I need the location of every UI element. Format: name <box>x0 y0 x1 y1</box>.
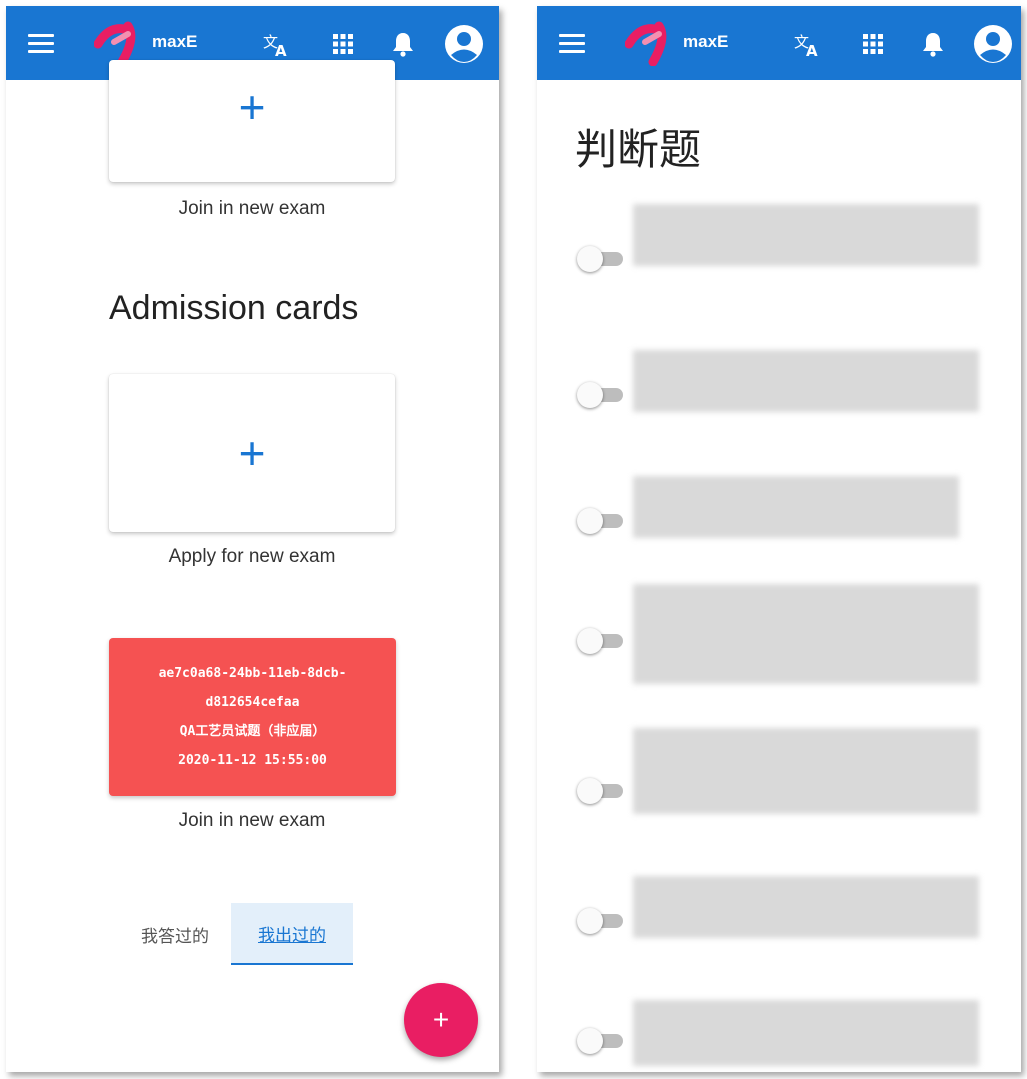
bell-icon[interactable] <box>917 28 949 60</box>
answer-toggle[interactable] <box>575 380 625 410</box>
translate-icon[interactable]: 文A <box>260 28 292 60</box>
tab-answered[interactable]: 我答过的 <box>114 903 236 965</box>
account-icon[interactable] <box>973 24 1013 64</box>
join-exam-caption: Join in new exam <box>178 198 326 219</box>
admission-card[interactable]: ae7c0a68-24bb-11eb-8dcb- d812654cefaa QA… <box>109 638 396 796</box>
redacted-question-text <box>633 1000 979 1066</box>
answer-toggle[interactable] <box>575 626 625 656</box>
exam-name: QA工艺员试题（非应届） <box>179 724 326 739</box>
true-false-panel: maxE 文A 判断题 <box>537 6 1021 1072</box>
answer-toggle[interactable] <box>575 244 625 274</box>
join-exam-caption-2: Join in new exam <box>178 810 326 831</box>
account-icon[interactable] <box>444 24 484 64</box>
app-bar: maxE 文A <box>537 6 1021 80</box>
redacted-question-text <box>633 728 979 814</box>
apply-exam-card[interactable]: + <box>109 374 395 532</box>
plus-icon: + <box>238 81 266 133</box>
bell-icon[interactable] <box>387 28 419 60</box>
redacted-question-text <box>633 350 979 412</box>
exam-id-line2: d812654cefaa <box>205 695 300 710</box>
apply-exam-caption: Apply for new exam <box>168 546 336 567</box>
exam-list-panel: maxE 文A + Join in new exam Admission car… <box>6 6 499 1072</box>
svg-text:A: A <box>275 42 287 58</box>
translate-icon[interactable]: 文A <box>791 28 823 60</box>
apps-grid-icon[interactable] <box>327 28 359 60</box>
answer-toggle[interactable] <box>575 776 625 806</box>
exam-datetime: 2020-11-12 15:55:00 <box>178 753 327 768</box>
add-fab-button[interactable]: + <box>404 983 478 1057</box>
answer-toggle[interactable] <box>575 506 625 536</box>
menu-icon[interactable] <box>28 34 54 54</box>
maxe-logo <box>625 21 667 66</box>
tab-created[interactable]: 我出过的 <box>231 903 353 965</box>
join-exam-card[interactable]: + <box>109 60 395 182</box>
brand-name: maxE <box>683 32 729 51</box>
redacted-question-text <box>633 876 979 938</box>
redacted-question-text <box>633 204 979 266</box>
plus-icon: + <box>238 427 266 479</box>
section-title: Admission cards <box>109 289 359 327</box>
redacted-question-text <box>633 584 979 684</box>
svg-text:A: A <box>806 42 818 58</box>
apps-grid-icon[interactable] <box>857 28 889 60</box>
brand-name: maxE <box>152 32 198 51</box>
exam-id-line1: ae7c0a68-24bb-11eb-8dcb- <box>158 666 347 681</box>
question-type-title: 判断题 <box>575 126 702 173</box>
menu-icon[interactable] <box>559 34 585 54</box>
answer-toggle[interactable] <box>575 1026 625 1056</box>
answer-toggle[interactable] <box>575 906 625 936</box>
redacted-question-text <box>633 476 959 538</box>
